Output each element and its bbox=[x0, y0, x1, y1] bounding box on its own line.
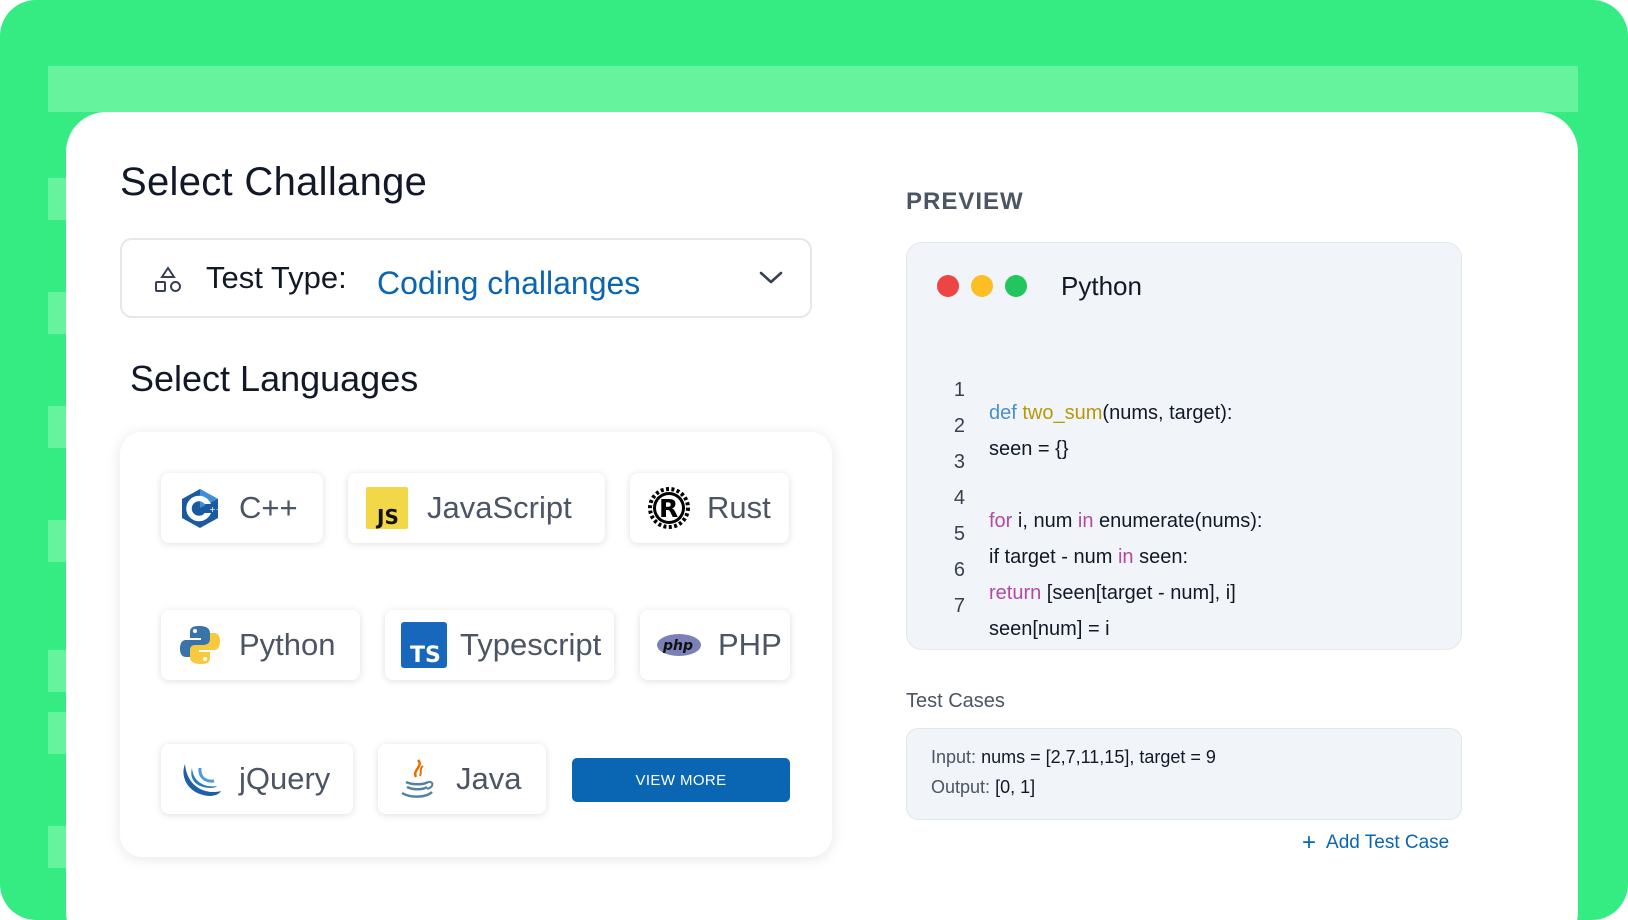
language-name: C++ bbox=[239, 490, 298, 525]
code-line: 4 for i, num in enumerate(nums): bbox=[907, 464, 1447, 532]
language-name: Python bbox=[239, 627, 336, 662]
decor-stripe bbox=[48, 520, 66, 562]
decor-stripe bbox=[48, 406, 66, 448]
background-band bbox=[48, 66, 1578, 112]
language-name: JavaScript bbox=[427, 490, 572, 525]
code-line: 2 seen = {} bbox=[907, 392, 1447, 460]
test-type-select[interactable]: Test Type: Coding challanges bbox=[120, 238, 812, 318]
decor-stripe bbox=[48, 712, 66, 754]
code-editor-preview: Python 1 def two_sum(nums, target): 2 se… bbox=[906, 242, 1462, 650]
chevron-down-icon bbox=[758, 270, 784, 291]
php-icon: php bbox=[656, 628, 702, 662]
editor-language: Python bbox=[1061, 271, 1142, 301]
add-test-case-label: Add Test Case bbox=[1326, 832, 1450, 853]
code-line: 7 seen[num] = i bbox=[907, 572, 1447, 640]
maximize-dot bbox=[1005, 275, 1027, 297]
test-case-input: Input: nums = [2,7,11,15], target = 9 bbox=[931, 747, 1216, 768]
language-chip-jquery[interactable]: jQuery bbox=[161, 744, 353, 814]
rust-icon: R bbox=[648, 487, 690, 529]
input-value: nums = [2,7,11,15], target = 9 bbox=[981, 747, 1216, 767]
test-case-output: Output: [0, 1] bbox=[931, 777, 1035, 798]
language-name: jQuery bbox=[239, 761, 331, 796]
code-line: 1 def two_sum(nums, target): bbox=[907, 356, 1447, 424]
svg-text:php: php bbox=[662, 638, 693, 654]
language-chip-php[interactable]: php PHP bbox=[640, 610, 790, 680]
decor-stripe bbox=[48, 826, 66, 868]
plus-icon: + bbox=[1302, 829, 1317, 856]
code-line: 6 return [seen[target - num], i] bbox=[907, 536, 1447, 604]
svg-text:R: R bbox=[659, 494, 678, 523]
svg-text:++: ++ bbox=[209, 505, 221, 514]
language-chip-rust[interactable]: R Rust bbox=[630, 473, 789, 543]
python-icon bbox=[179, 624, 221, 666]
page-title: Select Challange bbox=[120, 160, 428, 204]
test-case-box: Input: nums = [2,7,11,15], target = 9 Ou… bbox=[906, 728, 1462, 820]
language-name: Java bbox=[456, 761, 522, 796]
javascript-icon: JS bbox=[366, 487, 408, 529]
code-line: 3 bbox=[907, 428, 1447, 473]
minimize-dot bbox=[971, 275, 993, 297]
test-type-value: Coding challanges bbox=[377, 265, 641, 301]
code-text: seen[num] = i bbox=[989, 618, 1110, 640]
language-chip-python[interactable]: Python bbox=[161, 610, 360, 680]
language-chip-typescript[interactable]: TS Typescript bbox=[385, 610, 614, 680]
language-name: Rust bbox=[707, 490, 771, 525]
svg-text:JS: JS bbox=[375, 505, 399, 529]
test-type-label: Test Type: bbox=[206, 260, 347, 295]
language-name: PHP bbox=[718, 627, 782, 662]
output-label: Output: bbox=[931, 777, 991, 797]
language-chip-cpp[interactable]: ++ C++ bbox=[161, 473, 323, 543]
cplusplus-icon: ++ bbox=[179, 487, 222, 529]
test-cases-label: Test Cases bbox=[906, 690, 1005, 712]
line-number: 7 bbox=[953, 595, 965, 617]
language-chip-javascript[interactable]: JS JavaScript bbox=[348, 473, 605, 543]
languages-title: Select Languages bbox=[130, 358, 419, 399]
java-icon bbox=[396, 758, 438, 800]
close-dot bbox=[937, 275, 959, 297]
view-more-button[interactable]: VIEW MORE bbox=[572, 758, 790, 802]
preview-label: PREVIEW bbox=[906, 188, 1024, 215]
svg-text:TS: TS bbox=[410, 643, 441, 668]
decor-stripe bbox=[48, 292, 66, 334]
jquery-icon bbox=[179, 758, 221, 800]
decor-stripe bbox=[48, 178, 66, 220]
shapes-icon bbox=[154, 266, 182, 299]
code-line: 5 if target - num in seen: bbox=[907, 500, 1447, 568]
add-test-case-button[interactable]: + Add Test Case bbox=[1302, 829, 1449, 857]
decor-stripe bbox=[48, 650, 66, 692]
input-label: Input: bbox=[931, 747, 977, 767]
typescript-icon: TS bbox=[401, 622, 447, 668]
output-value: [0, 1] bbox=[995, 777, 1036, 797]
language-chip-java[interactable]: Java bbox=[378, 744, 546, 814]
language-name: Typescript bbox=[460, 627, 602, 662]
